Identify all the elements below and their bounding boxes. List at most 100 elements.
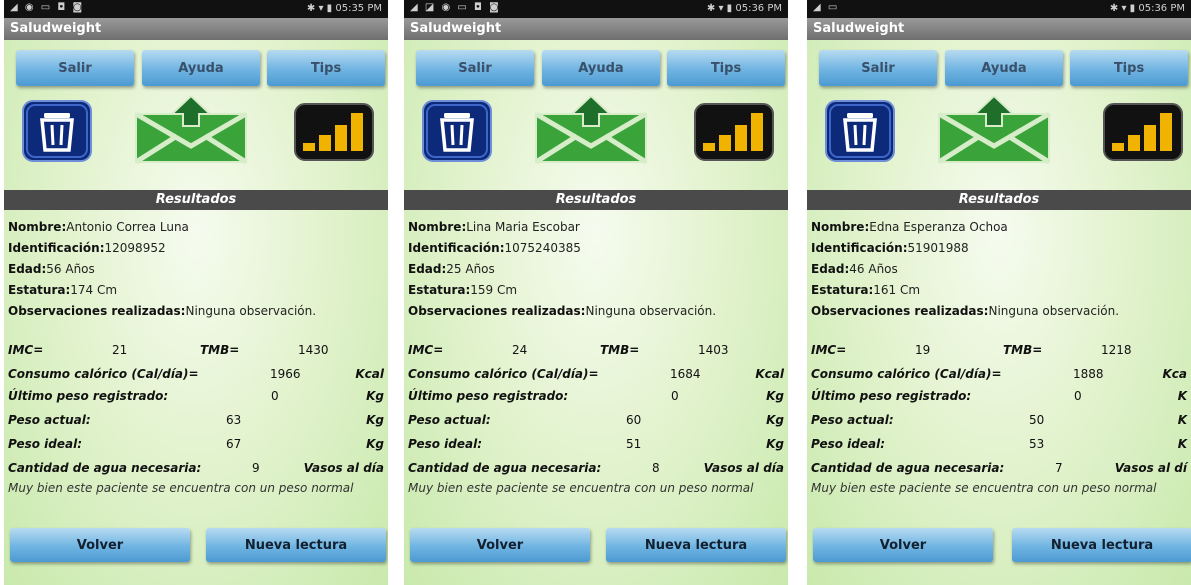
identificacion-value: 1075240385 xyxy=(504,241,581,255)
result-message: Muy bien este paciente se encuentra con … xyxy=(811,481,1157,495)
peso-ideal-row: Peso ideal: 53 K xyxy=(811,437,1187,453)
consumo-value: 1966 xyxy=(270,367,301,381)
status-bar: ◢ ◪ ◉ ▭ ◘ ◙ ✱ ▾ ▮ 05:36 PM xyxy=(404,0,788,18)
app-title-bar: Saludweight xyxy=(404,18,788,40)
observaciones-row: Observaciones realizadas:Ninguna observa… xyxy=(811,304,1119,318)
phone-screen-2: ◢ ◪ ◉ ▭ ◘ ◙ ✱ ▾ ▮ 05:36 PM Saludweight S… xyxy=(404,0,788,585)
consumo-value: 1684 xyxy=(670,367,701,381)
result-message: Muy bien este paciente se encuentra con … xyxy=(8,481,354,495)
signal-bars-icon[interactable] xyxy=(294,103,374,161)
estatura-row: Estatura:159 Cm xyxy=(408,283,517,297)
nueva-lectura-button[interactable]: Nueva lectura xyxy=(1012,528,1191,562)
tmb-value: 1430 xyxy=(298,343,329,357)
agua-value: 9 xyxy=(252,461,260,475)
trash-icon[interactable] xyxy=(825,100,895,162)
agua-row: Cantidad de agua necesaria: 8 Vasos al d… xyxy=(408,461,784,477)
edad-label: Edad: xyxy=(811,262,850,276)
tips-button[interactable]: Tips xyxy=(267,50,385,86)
peso-ideal-label: Peso ideal: xyxy=(408,437,483,451)
consumo-label: Consumo calórico (Cal/día)= xyxy=(811,367,1002,381)
ayuda-button[interactable]: Ayuda xyxy=(945,50,1063,86)
salir-button[interactable]: Salir xyxy=(16,50,134,86)
imc-label: IMC= xyxy=(8,343,44,357)
peso-actual-label: Peso actual: xyxy=(811,413,894,427)
estatura-label: Estatura: xyxy=(811,283,874,297)
peso-actual-row: Peso actual: 50 K xyxy=(811,413,1187,429)
peso-ideal-label: Peso ideal: xyxy=(8,437,83,451)
identificacion-row: Identificación:1075240385 xyxy=(408,241,581,255)
nueva-lectura-button[interactable]: Nueva lectura xyxy=(206,528,386,562)
edad-value: 25 Años xyxy=(446,262,495,276)
agua-label: Cantidad de agua necesaria: xyxy=(8,461,202,475)
consumo-row: Consumo calórico (Cal/día)= 1966 Kcal xyxy=(8,367,384,383)
observaciones-value: Ninguna observación. xyxy=(988,304,1120,318)
estatura-value: 161 Cm xyxy=(873,283,921,297)
observaciones-label: Observaciones realizadas: xyxy=(811,304,989,318)
peso-actual-value: 63 xyxy=(226,413,242,427)
volver-button[interactable]: Volver xyxy=(813,528,993,562)
ultimo-peso-label: Último peso registrado: xyxy=(408,389,569,403)
observaciones-value: Ninguna observación. xyxy=(585,304,717,318)
identificacion-label: Identificación: xyxy=(8,241,105,255)
peso-ideal-row: Peso ideal: 67 Kg xyxy=(8,437,384,453)
imc-value: 21 xyxy=(112,343,128,357)
status-time: 05:36 PM xyxy=(735,3,782,14)
peso-actual-row: Peso actual: 63 Kg xyxy=(8,413,384,429)
consumo-unit: Kca xyxy=(1162,367,1187,381)
notification-icons: ◢ ▭ xyxy=(813,2,840,13)
agua-unit: Vasos al día xyxy=(303,461,384,475)
volver-button[interactable]: Volver xyxy=(410,528,590,562)
peso-ideal-row: Peso ideal: 51 Kg xyxy=(408,437,784,453)
salir-button[interactable]: Salir xyxy=(819,50,937,86)
send-mail-icon[interactable] xyxy=(935,96,1053,164)
peso-actual-label: Peso actual: xyxy=(8,413,91,427)
nombre-row: Nombre:Edna Esperanza Ochoa xyxy=(811,220,1008,234)
ultimo-peso-label: Último peso registrado: xyxy=(811,389,972,403)
imc-tmb-row: IMC= 21 TMB= 1430 xyxy=(8,343,384,359)
identificacion-label: Identificación: xyxy=(408,241,505,255)
salir-button[interactable]: Salir xyxy=(416,50,534,86)
consumo-row: Consumo calórico (Cal/día)= 1888 Kca xyxy=(811,367,1187,383)
notification-icons: ◢ ◪ ◉ ▭ ◘ ◙ xyxy=(410,2,501,13)
volver-button[interactable]: Volver xyxy=(10,528,190,562)
peso-ideal-value: 53 xyxy=(1029,437,1045,451)
edad-row: Edad:46 Años xyxy=(811,262,898,276)
nombre-row: Nombre:Lina Maria Escobar xyxy=(408,220,580,234)
status-bar: ◢ ▭ ✱ ▾ ▮ 05:36 PM xyxy=(807,0,1191,18)
tmb-value: 1218 xyxy=(1101,343,1132,357)
status-right: ✱ ▾ ▮ 05:35 PM xyxy=(306,3,382,14)
nueva-lectura-button[interactable]: Nueva lectura xyxy=(606,528,786,562)
ayuda-button[interactable]: Ayuda xyxy=(142,50,260,86)
tips-button[interactable]: Tips xyxy=(1070,50,1188,86)
results-header: Resultados xyxy=(4,190,388,210)
ultimo-peso-value: 0 xyxy=(671,389,679,403)
estatura-row: Estatura:174 Cm xyxy=(8,283,117,297)
ultimo-peso-label: Último peso registrado: xyxy=(8,389,169,403)
result-message: Muy bien este paciente se encuentra con … xyxy=(408,481,754,495)
signal-bars-icon[interactable] xyxy=(694,103,774,161)
ultimo-peso-row: Último peso registrado: 0 Kg xyxy=(408,389,784,405)
peso-ideal-unit: Kg xyxy=(766,437,784,451)
estatura-value: 174 Cm xyxy=(70,283,118,297)
tmb-value: 1403 xyxy=(698,343,729,357)
edad-value: 56 Años xyxy=(46,262,95,276)
ultimo-peso-row: Último peso registrado: 0 Kg xyxy=(8,389,384,405)
trash-icon[interactable] xyxy=(22,100,92,162)
results-header: Resultados xyxy=(807,190,1191,210)
ultimo-peso-value: 0 xyxy=(1074,389,1082,403)
send-mail-icon[interactable] xyxy=(132,96,250,164)
agua-value: 8 xyxy=(652,461,660,475)
signal-bars-icon[interactable] xyxy=(1103,103,1183,161)
peso-actual-unit: K xyxy=(1177,413,1187,427)
send-mail-icon[interactable] xyxy=(532,96,650,164)
trash-icon[interactable] xyxy=(422,100,492,162)
peso-actual-unit: Kg xyxy=(766,413,784,427)
imc-tmb-row: IMC= 24 TMB= 1403 xyxy=(408,343,784,359)
app-title-bar: Saludweight xyxy=(807,18,1191,40)
status-time: 05:35 PM xyxy=(335,3,382,14)
edad-row: Edad:25 Años xyxy=(408,262,495,276)
status-bar: ◢ ◉ ▭ ◘ ◙ ✱ ▾ ▮ 05:35 PM xyxy=(4,0,388,18)
tips-button[interactable]: Tips xyxy=(667,50,785,86)
app-title: Saludweight xyxy=(10,21,102,36)
ayuda-button[interactable]: Ayuda xyxy=(542,50,660,86)
